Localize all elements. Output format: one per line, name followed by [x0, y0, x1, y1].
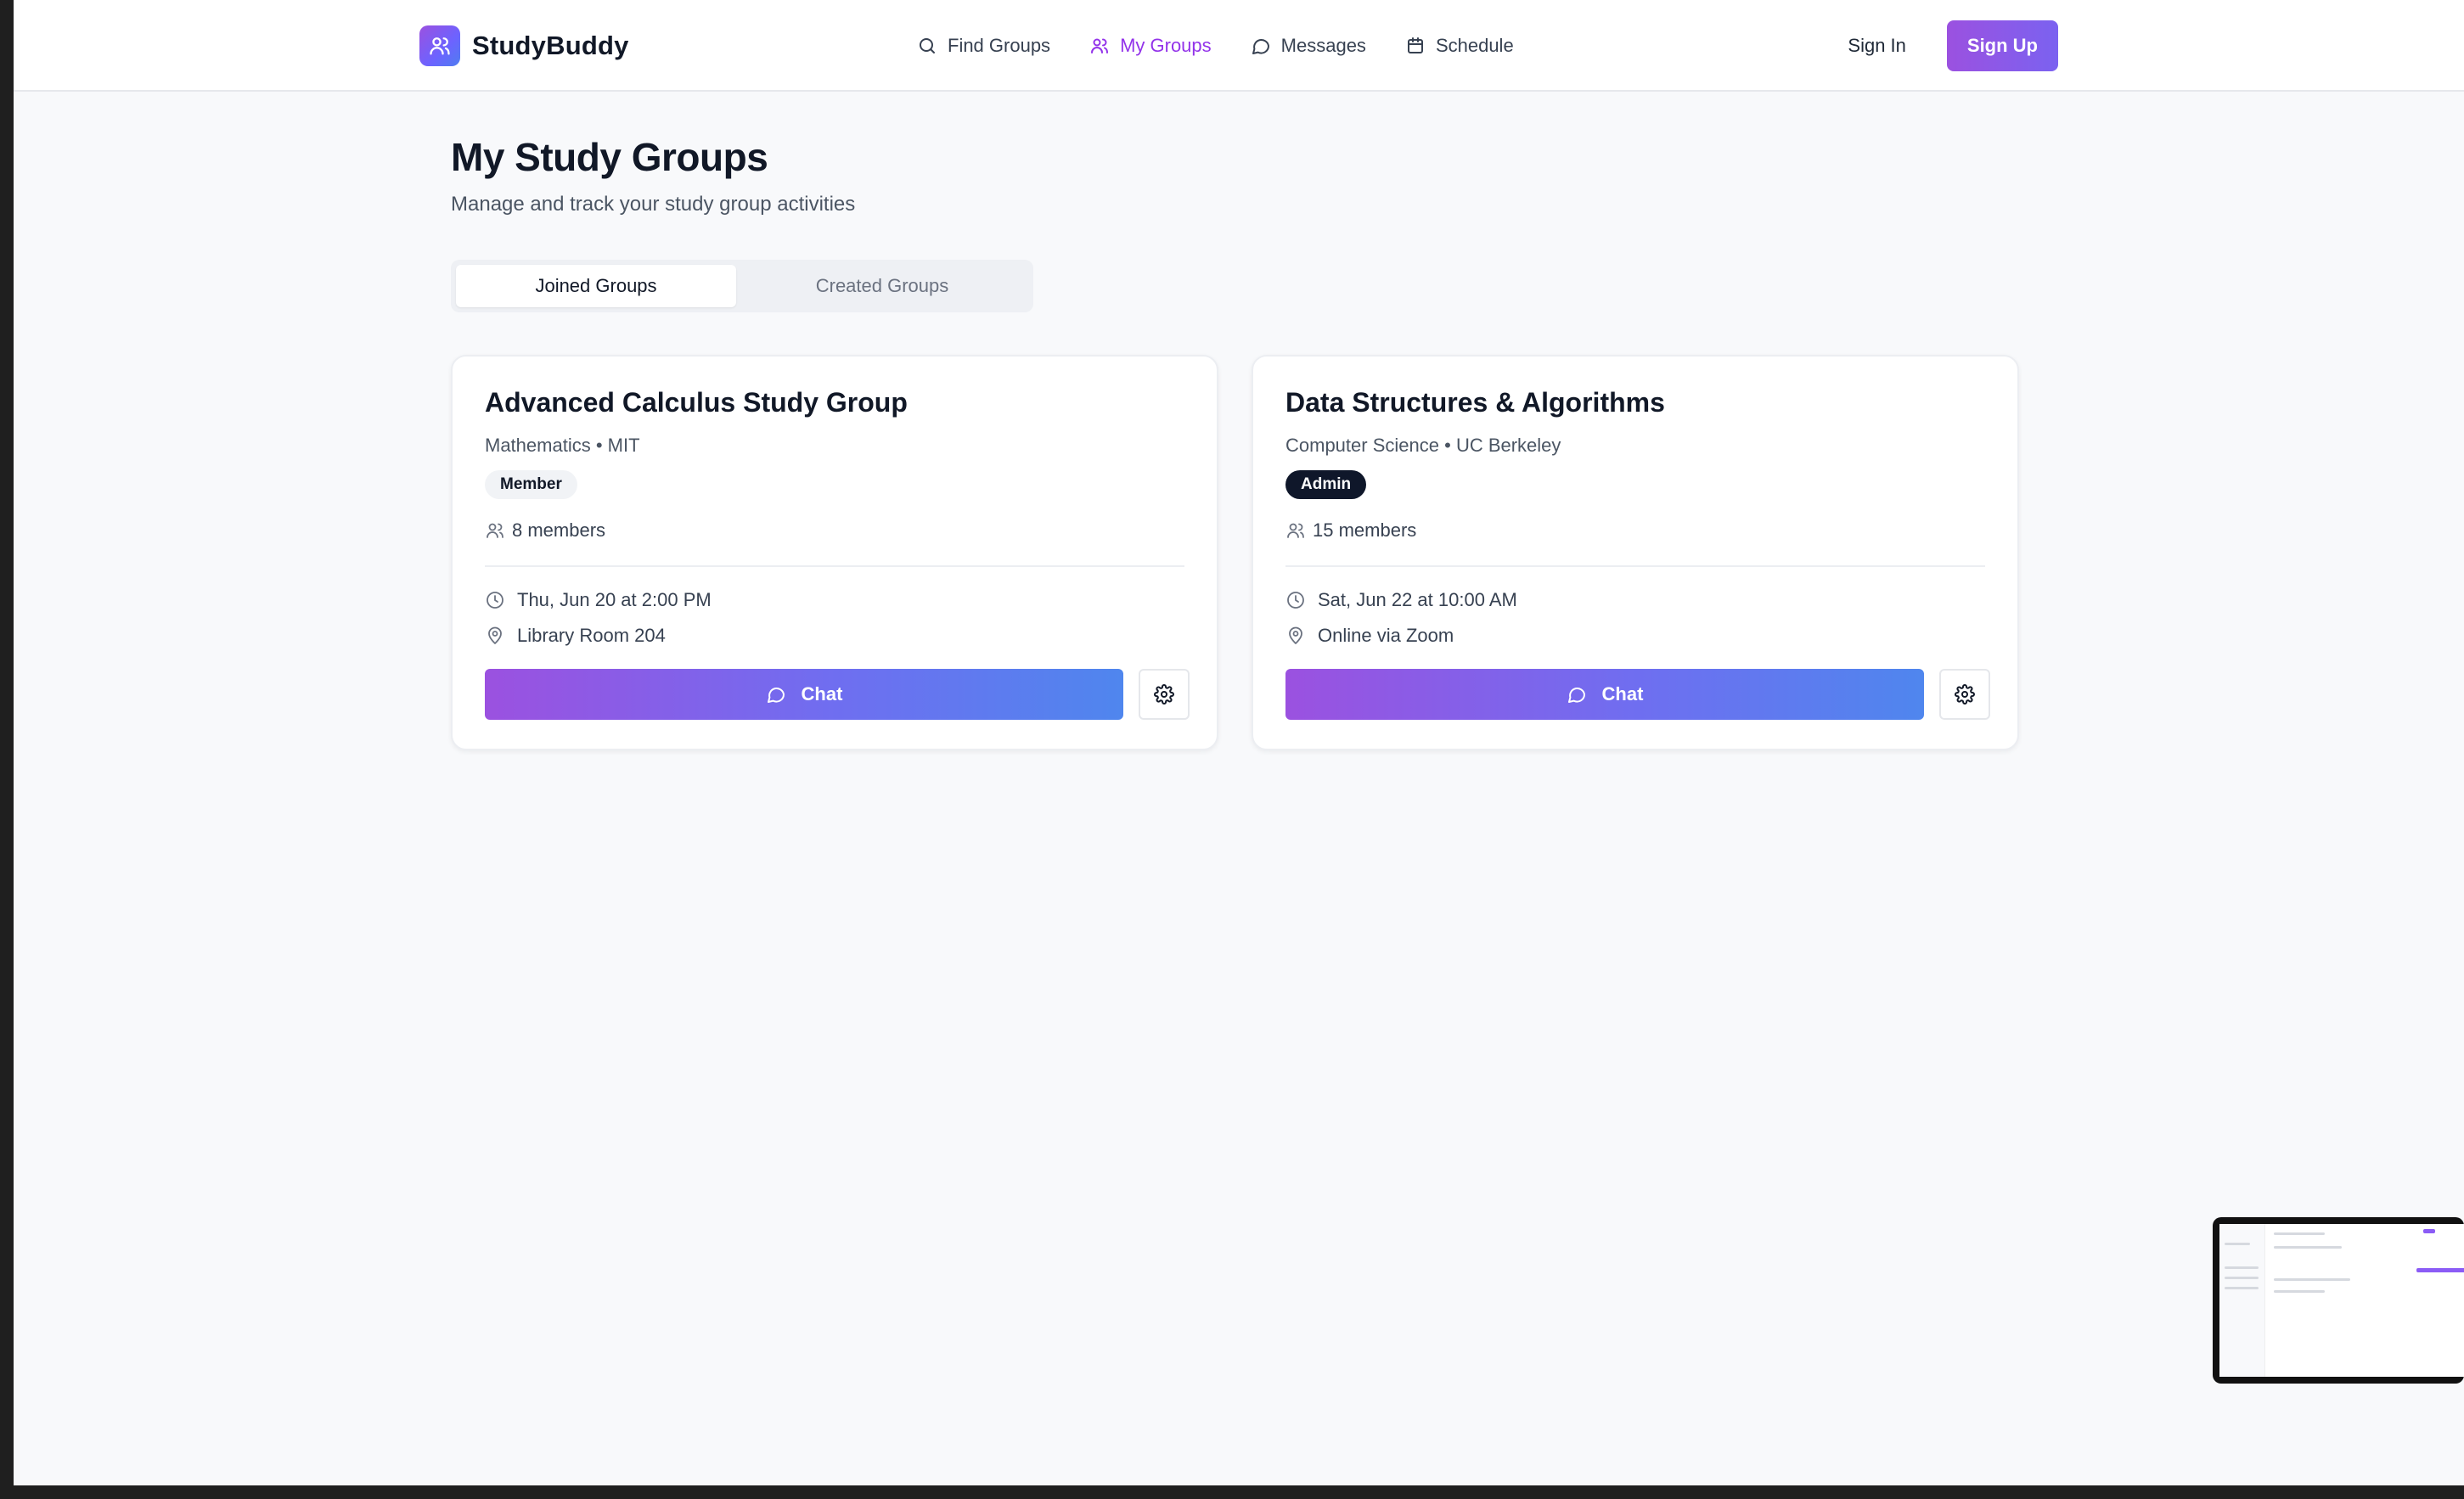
card-divider: [1285, 565, 1985, 567]
thumbnail-line: [2225, 1243, 2250, 1245]
nav-messages[interactable]: Messages: [1251, 35, 1366, 57]
thumbnail-accent: [2423, 1229, 2435, 1233]
role-badge: Admin: [1285, 470, 1367, 499]
meta-separator: •: [595, 435, 603, 456]
top-navbar: StudyBuddy Find Groups My Groups Message…: [14, 0, 2464, 92]
thumbnail-line: [2274, 1278, 2350, 1281]
users-icon: [419, 25, 460, 66]
group-settings-button[interactable]: [1939, 669, 1990, 720]
tab-joined-groups[interactable]: Joined Groups: [456, 265, 736, 307]
nav-label: Find Groups: [948, 35, 1051, 56]
nav-my-groups[interactable]: My Groups: [1089, 35, 1212, 57]
message-icon: [1567, 687, 1585, 703]
card-divider: [485, 565, 1184, 567]
brand[interactable]: StudyBuddy: [419, 25, 629, 66]
search-icon: [920, 38, 935, 53]
nav-label: Messages: [1280, 35, 1366, 56]
chat-label: Chat: [1601, 683, 1644, 705]
member-count: 15 members: [1285, 519, 1416, 542]
app-viewport: StudyBuddy Find Groups My Groups Message…: [14, 0, 2464, 1485]
auth-actions: Sign In Sign Up: [1848, 20, 2058, 71]
thumbnail-line: [2225, 1287, 2259, 1289]
session-location: Library Room 204: [485, 625, 666, 647]
group-settings-button[interactable]: [1139, 669, 1190, 720]
nav-label: My Groups: [1120, 35, 1212, 56]
thumbnail-line: [2225, 1266, 2259, 1269]
thumbnail-line: [2274, 1246, 2342, 1249]
group-card: Data Structures & Algorithms Computer Sc…: [1252, 355, 2019, 750]
clock-icon: [487, 592, 503, 609]
role-badge: Member: [485, 470, 577, 499]
tab-created-groups[interactable]: Created Groups: [736, 265, 1028, 307]
users-icon: [487, 523, 503, 538]
meta-separator: •: [1444, 435, 1451, 456]
map-pin-icon: [1289, 626, 1302, 644]
gear-icon: [1955, 684, 1975, 705]
nav-label: Schedule: [1435, 35, 1514, 56]
member-count-label: 8 members: [512, 519, 606, 541]
calendar-icon: [1407, 37, 1423, 53]
sign-up-button[interactable]: Sign Up: [1946, 20, 2058, 71]
group-meta: Computer Science • UC Berkeley: [1285, 435, 1561, 457]
group-tabs: Joined Groups Created Groups: [451, 260, 1033, 312]
chat-button[interactable]: Chat: [1285, 669, 1924, 720]
nav-schedule[interactable]: Schedule: [1405, 35, 1514, 57]
group-meta: Mathematics • MIT: [485, 435, 640, 457]
session-time: Sat, Jun 22 at 10:00 AM: [1318, 589, 1517, 610]
group-title: Advanced Calculus Study Group: [485, 387, 908, 418]
group-card: Advanced Calculus Study Group Mathematic…: [451, 355, 1218, 750]
group-subject: Mathematics: [485, 435, 591, 456]
group-subject: Computer Science: [1285, 435, 1439, 456]
gear-icon: [1154, 684, 1174, 705]
thumbnail-sidebar: [2219, 1224, 2265, 1377]
group-school: UC Berkeley: [1455, 435, 1561, 456]
thumbnail-line: [2274, 1232, 2325, 1235]
nav-find-groups[interactable]: Find Groups: [917, 35, 1050, 57]
session-time: Thu, Jun 20 at 2:00 PM: [517, 589, 712, 610]
location-label: Online via Zoom: [1318, 625, 1454, 646]
member-count-label: 15 members: [1313, 519, 1417, 541]
brand-name: StudyBuddy: [472, 31, 629, 60]
next-session: Thu, Jun 20 at 2:00 PM: [485, 589, 712, 611]
thumbnail-screen: [2219, 1224, 2464, 1377]
clock-icon: [1287, 592, 1304, 609]
member-count: 8 members: [485, 519, 605, 542]
map-pin-icon: [488, 626, 502, 644]
group-title: Data Structures & Algorithms: [1285, 387, 1665, 418]
users-icon: [1287, 523, 1304, 538]
thumbnail-line: [2274, 1290, 2325, 1293]
next-session: Sat, Jun 22 at 10:00 AM: [1285, 589, 1517, 611]
chat-button[interactable]: Chat: [485, 669, 1123, 720]
group-school: MIT: [607, 435, 640, 456]
message-icon: [767, 687, 785, 703]
chat-label: Chat: [801, 683, 843, 705]
users-icon: [1091, 38, 1109, 53]
main-nav: Find Groups My Groups Messages Schedule: [917, 25, 1514, 66]
page-title: My Study Groups: [451, 135, 768, 179]
thumbnail-line: [2225, 1277, 2259, 1279]
page-subtitle: Manage and track your study group activi…: [451, 193, 856, 216]
session-location: Online via Zoom: [1285, 625, 1454, 647]
sign-in-link[interactable]: Sign In: [1848, 35, 1906, 57]
location-label: Library Room 204: [517, 625, 666, 646]
thumbnail-accent: [2416, 1268, 2464, 1272]
screenshot-thumbnail[interactable]: [2213, 1217, 2464, 1384]
message-icon: [1252, 38, 1269, 54]
